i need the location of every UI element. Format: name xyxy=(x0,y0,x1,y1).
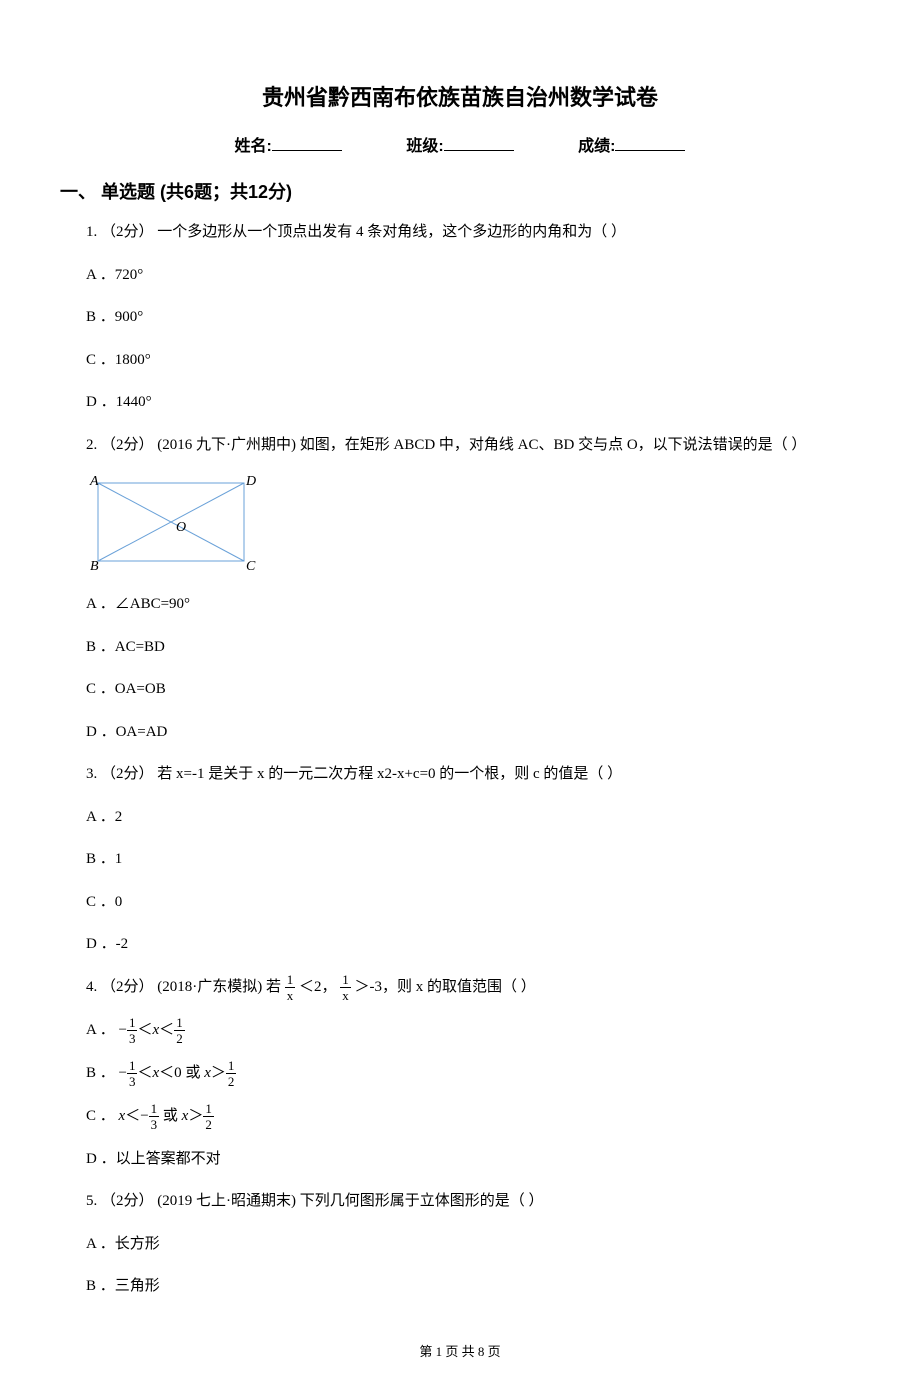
q4-a-pre: A ． xyxy=(86,1022,115,1038)
score-label: 成绩: xyxy=(578,138,615,155)
q4-c-pre: C ． xyxy=(86,1108,115,1124)
name-field: 姓名: xyxy=(235,132,342,156)
svg-text:B: B xyxy=(90,559,99,573)
score-field: 成绩: xyxy=(578,132,685,156)
q5-option-a: A ．长方形 xyxy=(86,1230,860,1259)
q4-option-a: A ． −13＜x＜12 xyxy=(86,1016,860,1045)
class-field: 班级: xyxy=(406,132,513,156)
svg-text:O: O xyxy=(176,520,186,535)
svg-text:A: A xyxy=(89,474,99,489)
q4-b-mid: 或 xyxy=(185,1065,204,1081)
rectangle-abcd-icon: A D B C O xyxy=(86,473,256,573)
fraction-1-over-x-icon: 1x xyxy=(285,973,296,1002)
q4-option-c: C ． x＜−13 或 x＞12 xyxy=(86,1102,860,1131)
q3-stem: 3. （2分） 若 x=-1 是关于 x 的一元二次方程 x2-x+c=0 的一… xyxy=(86,760,860,789)
q5-stem: 5. （2分） (2019 七上·昭通期末) 下列几何图形属于立体图形的是（ ） xyxy=(86,1187,860,1216)
q4-stem: 4. （2分） (2018·广东模拟) 若 1x ＜2， 1x ＞-3，则 x … xyxy=(86,973,860,1002)
fraction-1-over-x-icon: 1x xyxy=(340,973,351,1002)
q1-stem: 1. （2分） 一个多边形从一个顶点出发有 4 条对角线，这个多边形的内角和为（… xyxy=(86,218,860,247)
q4-b-pre: B ． xyxy=(86,1065,115,1081)
score-blank xyxy=(615,136,685,151)
q2-option-d: D ．OA=AD xyxy=(86,718,860,747)
q2-option-b: B ．AC=BD xyxy=(86,633,860,662)
q4-c-expr2: x＞12 xyxy=(182,1108,214,1124)
class-blank xyxy=(444,136,514,151)
q1-option-d: D ．1440° xyxy=(86,388,860,417)
q4-stem-post: ＞-3，则 x 的取值范围（ ） xyxy=(355,979,536,995)
q3-option-d: D ．-2 xyxy=(86,930,860,959)
q3-option-a: A ．2 xyxy=(86,803,860,832)
q1-option-a: A ．720° xyxy=(86,261,860,290)
page-footer: 第 1 页 共 8 页 xyxy=(60,1341,860,1360)
q4-b-expr1: −13＜x＜0 xyxy=(119,1065,182,1081)
q2-option-c: C ．OA=OB xyxy=(86,675,860,704)
q4-c-mid: 或 xyxy=(163,1108,182,1124)
q3-option-c: C ．0 xyxy=(86,888,860,917)
q5-option-b: B ．三角形 xyxy=(86,1272,860,1301)
name-label: 姓名: xyxy=(235,138,272,155)
q3-option-b: B ．1 xyxy=(86,845,860,874)
q1-option-b: B ．900° xyxy=(86,303,860,332)
q4-c-expr1: x＜−13 xyxy=(119,1108,160,1124)
svg-text:C: C xyxy=(246,559,256,573)
q4-b-expr2: x＞12 xyxy=(204,1065,236,1081)
class-label: 班级: xyxy=(406,138,443,155)
q4-option-b: B ． −13＜x＜0 或 x＞12 xyxy=(86,1059,860,1088)
section-1-header: 一、 单选题 (共6题；共12分) xyxy=(60,178,860,204)
page-title: 贵州省黔西南布依族苗族自治州数学试卷 xyxy=(60,80,860,112)
q1-option-c: C ．1800° xyxy=(86,346,860,375)
header-fields: 姓名: 班级: 成绩: xyxy=(60,132,860,156)
q2-option-a: A ．∠ABC=90° xyxy=(86,590,860,619)
q2-figure: A D B C O xyxy=(86,473,860,578)
q4-stem-mid: ＜2， xyxy=(299,979,337,995)
q2-stem: 2. （2分） (2016 九下·广州期中) 如图，在矩形 ABCD 中，对角线… xyxy=(86,431,860,460)
svg-text:D: D xyxy=(245,474,256,489)
q4-option-d: D ．以上答案都不对 xyxy=(86,1145,860,1174)
name-blank xyxy=(272,136,342,151)
q4-stem-pre: 4. （2分） (2018·广东模拟) 若 xyxy=(86,979,281,995)
q4-a-expr: −13＜x＜12 xyxy=(119,1022,185,1038)
